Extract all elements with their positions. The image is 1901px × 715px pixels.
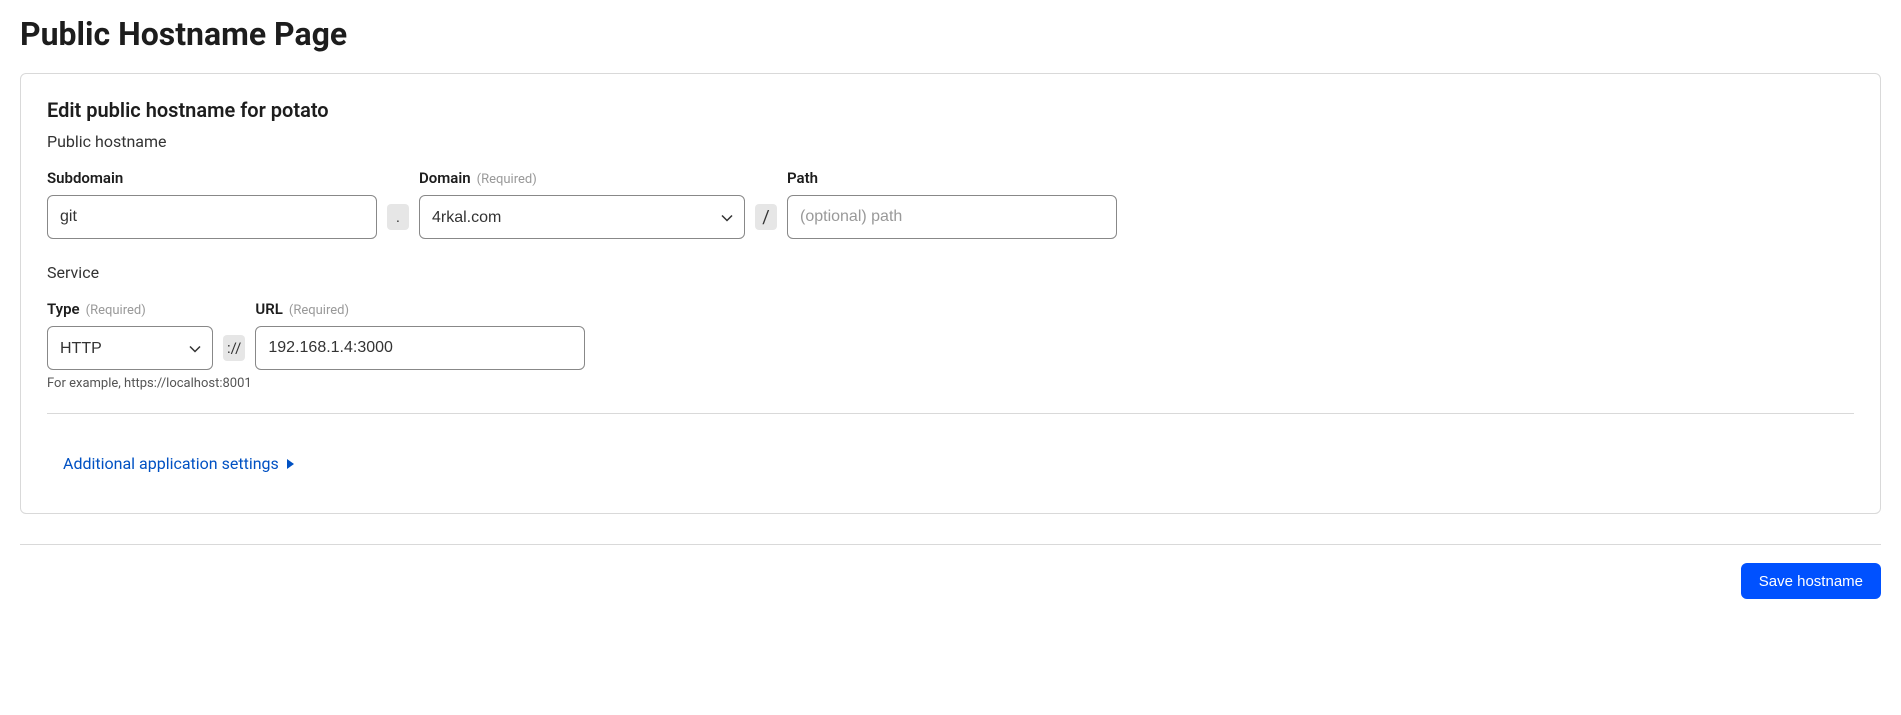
slash-separator: / [755, 204, 777, 230]
type-label: Type (Required) [47, 300, 213, 318]
domain-required-hint: (Required) [477, 172, 537, 187]
save-hostname-button[interactable]: Save hostname [1741, 563, 1881, 599]
page-title: Public Hostname Page [20, 15, 1881, 53]
domain-select-wrap: 4rkal.com [419, 195, 745, 239]
type-select[interactable]: HTTP [47, 326, 213, 370]
card-title: Edit public hostname for potato [47, 98, 1854, 122]
service-helper-text: For example, https://localhost:8001 [47, 376, 1854, 391]
subdomain-group: Subdomain [47, 169, 377, 239]
path-label-text: Path [787, 169, 818, 187]
domain-select[interactable]: 4rkal.com [419, 195, 745, 239]
subdomain-input[interactable] [47, 195, 377, 239]
subdomain-label: Subdomain [47, 169, 377, 187]
section-service-label: Service [47, 263, 1854, 282]
additional-settings-toggle[interactable]: Additional application settings [63, 454, 294, 473]
type-required-hint: (Required) [86, 303, 146, 318]
additional-settings-label: Additional application settings [63, 454, 279, 473]
url-required-hint: (Required) [289, 303, 349, 318]
path-group: Path [787, 169, 1117, 239]
url-label-text: URL [255, 300, 283, 318]
dot-separator: . [387, 204, 409, 230]
type-select-wrap: HTTP [47, 326, 213, 370]
hostname-card: Edit public hostname for potato Public h… [20, 73, 1881, 514]
url-label: URL (Required) [255, 300, 585, 318]
path-label: Path [787, 169, 1117, 187]
scheme-separator: :// [223, 335, 245, 361]
section-hostname-label: Public hostname [47, 132, 1854, 151]
hostname-row: Subdomain . Domain (Required) 4rkal.com … [47, 169, 1854, 239]
chevron-right-icon [287, 459, 294, 469]
url-input[interactable] [255, 326, 585, 370]
domain-label-text: Domain [419, 169, 471, 187]
domain-label: Domain (Required) [419, 169, 745, 187]
type-group: Type (Required) HTTP [47, 300, 213, 370]
divider [47, 413, 1854, 414]
type-label-text: Type [47, 300, 80, 318]
path-input[interactable] [787, 195, 1117, 239]
footer-bar: Save hostname [20, 544, 1881, 599]
url-group: URL (Required) [255, 300, 585, 370]
subdomain-label-text: Subdomain [47, 169, 123, 187]
service-row: Type (Required) HTTP :// URL (Required) [47, 300, 1854, 370]
domain-group: Domain (Required) 4rkal.com [419, 169, 745, 239]
